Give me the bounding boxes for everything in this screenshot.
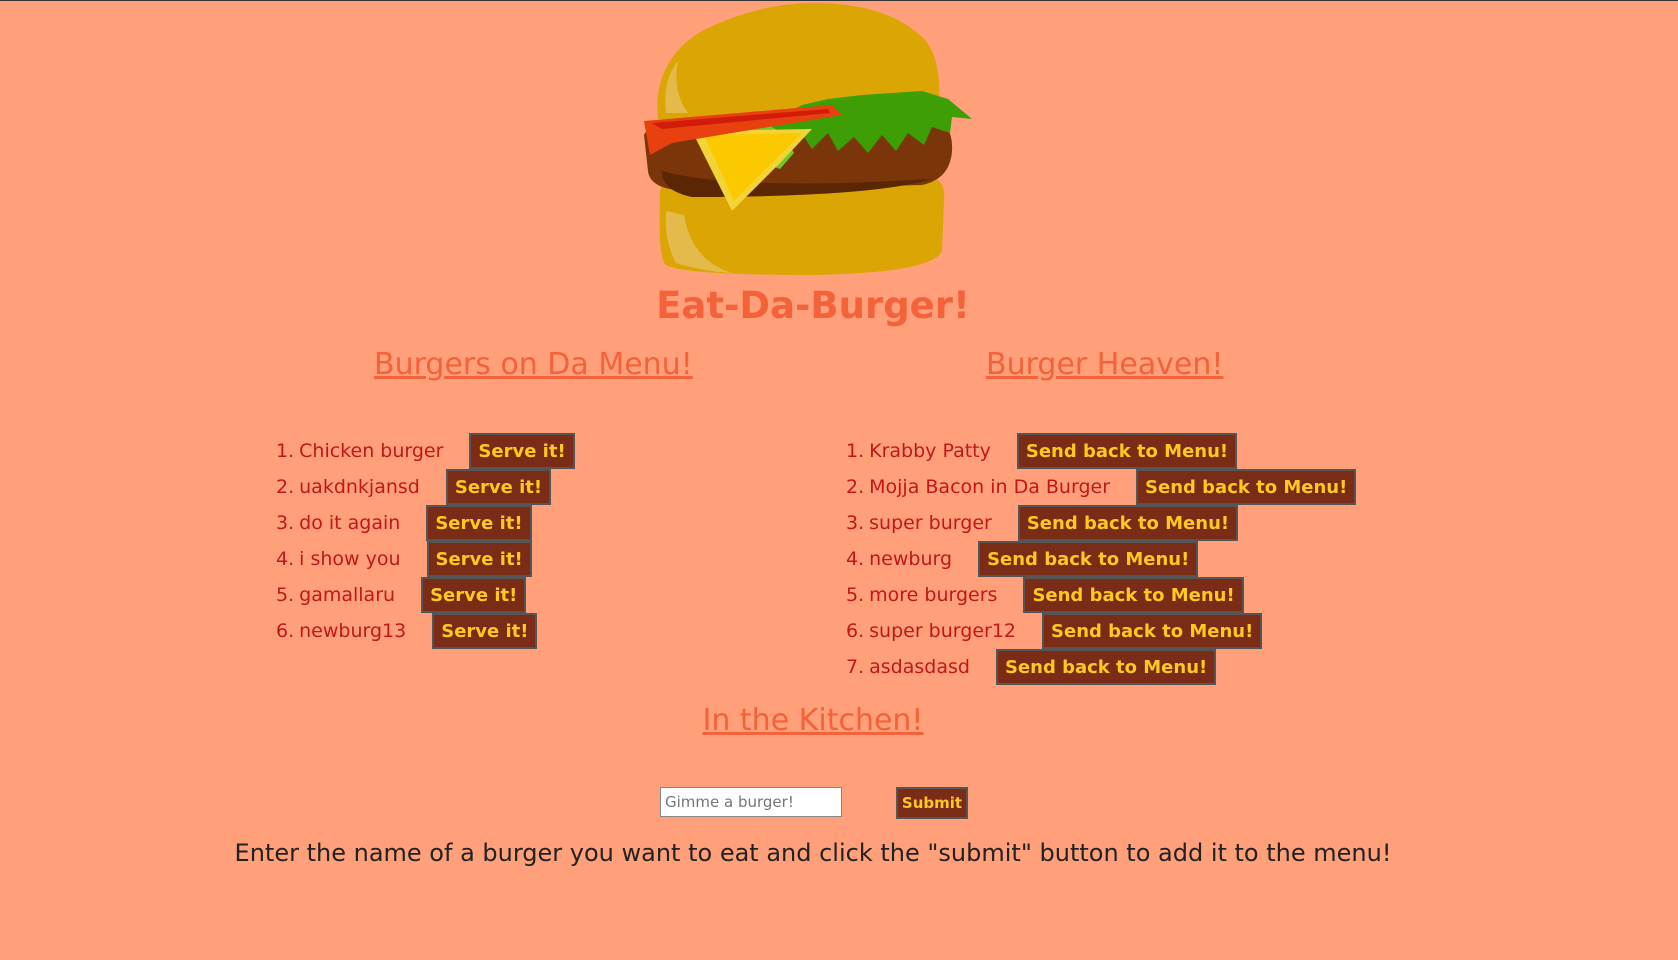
- serve-button[interactable]: Serve it!: [432, 613, 538, 649]
- burger-name-input[interactable]: [660, 787, 842, 817]
- burger-name: newburg: [869, 548, 953, 570]
- serve-button[interactable]: Serve it!: [426, 541, 532, 577]
- heaven-burger-list: 1. Krabby Patty Send back to Menu! 2. Mo…: [846, 433, 1357, 685]
- send-back-button[interactable]: Send back to Menu!: [995, 649, 1217, 685]
- burger-name: Mojja Bacon in Da Burger: [869, 476, 1111, 498]
- serve-button[interactable]: Serve it!: [426, 505, 532, 541]
- item-number: 3.: [276, 512, 295, 534]
- serve-button[interactable]: Serve it!: [421, 577, 527, 613]
- menu-item: 6. newburg13 Serve it!: [276, 613, 575, 649]
- item-number: 6.: [846, 620, 865, 642]
- submit-button[interactable]: Submit: [896, 787, 968, 819]
- menu-heading: Burgers on Da Menu!: [374, 347, 693, 382]
- send-back-button[interactable]: Send back to Menu!: [1023, 577, 1244, 613]
- serve-button[interactable]: Serve it!: [469, 433, 575, 469]
- send-back-button[interactable]: Send back to Menu!: [1017, 505, 1239, 541]
- kitchen-heading: In the Kitchen!: [702, 703, 924, 738]
- burger-name: super burger: [869, 512, 992, 534]
- menu-item: 4. i show you Serve it!: [276, 541, 575, 577]
- burger-name: i show you: [299, 548, 401, 570]
- burger-name: gamallaru: [299, 584, 396, 606]
- send-back-button[interactable]: Send back to Menu!: [1016, 433, 1238, 469]
- heaven-heading: Burger Heaven!: [986, 347, 1224, 382]
- burger-name: do it again: [299, 512, 401, 534]
- send-back-button[interactable]: Send back to Menu!: [1136, 469, 1357, 505]
- item-number: 5.: [276, 584, 295, 606]
- item-number: 2.: [276, 476, 295, 498]
- burger-name: Chicken burger: [299, 440, 444, 462]
- item-number: 6.: [276, 620, 295, 642]
- burger-name: newburg13: [299, 620, 407, 642]
- item-number: 5.: [846, 584, 865, 606]
- item-number: 7.: [846, 656, 865, 678]
- item-number: 3.: [846, 512, 865, 534]
- item-number: 4.: [276, 548, 295, 570]
- menu-item: 3. do it again Serve it!: [276, 505, 575, 541]
- instructions-text: Enter the name of a burger you want to e…: [234, 839, 1392, 867]
- menu-item: 5. gamallaru Serve it!: [276, 577, 575, 613]
- burger-name: more burgers: [869, 584, 998, 606]
- burger-name: asdasdasd: [869, 656, 970, 678]
- heaven-item: 2. Mojja Bacon in Da Burger Send back to…: [846, 469, 1357, 505]
- heaven-item: 6. super burger12 Send back to Menu!: [846, 613, 1356, 649]
- item-number: 1.: [846, 440, 865, 462]
- send-back-button[interactable]: Send back to Menu!: [1042, 613, 1263, 649]
- burger-logo-icon: [632, 1, 992, 281]
- burger-name: uakdnkjansd: [299, 476, 420, 498]
- item-number: 2.: [846, 476, 865, 498]
- item-number: 4.: [846, 548, 865, 570]
- menu-burger-list: 1. Chicken burger Serve it! 2. uakdnkjan…: [276, 433, 575, 649]
- serve-button[interactable]: Serve it!: [445, 469, 552, 505]
- heaven-item: 7. asdasdasd Send back to Menu!: [846, 649, 1356, 685]
- heaven-item: 4. newburg Send back to Menu!: [846, 541, 1356, 577]
- heaven-item: 3. super burger Send back to Menu!: [846, 505, 1356, 541]
- burger-name: super burger12: [869, 620, 1017, 642]
- menu-item: 1. Chicken burger Serve it!: [276, 433, 575, 469]
- heaven-item: 1. Krabby Patty Send back to Menu!: [846, 433, 1356, 469]
- page-title: Eat-Da-Burger!: [656, 284, 970, 327]
- menu-item: 2. uakdnkjansd Serve it!: [276, 469, 575, 505]
- send-back-button[interactable]: Send back to Menu!: [978, 541, 1199, 577]
- burger-name: Krabby Patty: [869, 440, 991, 462]
- item-number: 1.: [276, 440, 295, 462]
- heaven-item: 5. more burgers Send back to Menu!: [846, 577, 1356, 613]
